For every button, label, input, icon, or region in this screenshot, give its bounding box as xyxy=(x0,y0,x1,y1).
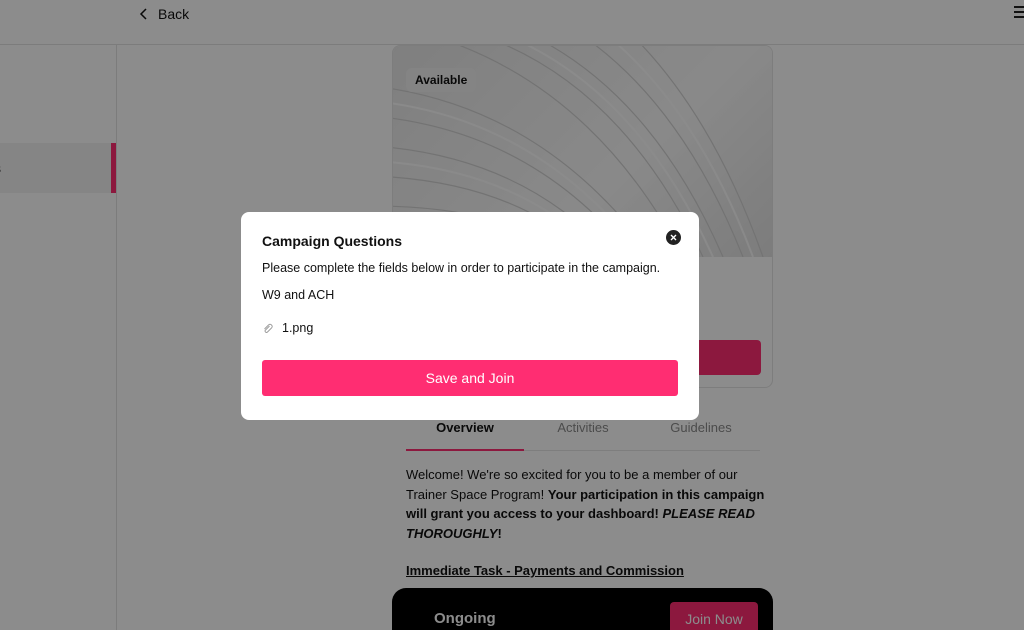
modal-subtitle: Please complete the fields below in orde… xyxy=(262,261,661,275)
save-and-join-button[interactable]: Save and Join xyxy=(262,360,678,396)
modal-title: Campaign Questions xyxy=(262,233,403,249)
close-icon xyxy=(670,234,677,241)
close-button[interactable] xyxy=(666,230,681,245)
paperclip-icon xyxy=(264,323,273,333)
question-label: W9 and ACH xyxy=(262,288,335,302)
campaign-questions-modal: Campaign Questions Please complete the f… xyxy=(241,212,699,420)
attachment-item[interactable]: 1.png xyxy=(262,321,313,335)
attachment-filename: 1.png xyxy=(282,321,314,335)
